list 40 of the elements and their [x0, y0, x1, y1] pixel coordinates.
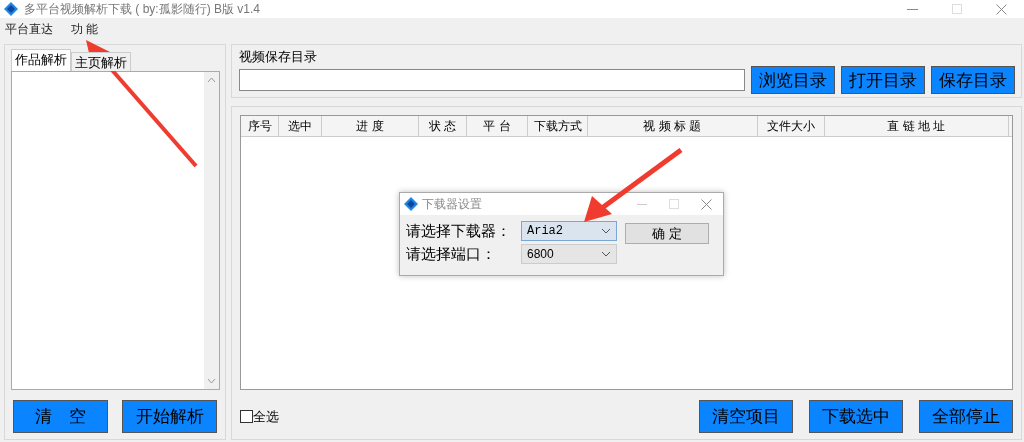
field-label: 请选择端口：: [406, 244, 497, 264]
field-label: 请选择下载器：: [406, 221, 512, 241]
checkbox[interactable]: [240, 410, 253, 423]
tab[interactable]: 作品解析: [11, 49, 71, 71]
column-header[interactable]: 平 台: [467, 116, 528, 136]
column-header[interactable]: 进 度: [322, 116, 419, 136]
ok-button[interactable]: 确 定: [625, 223, 709, 244]
column-header[interactable]: 状 态: [419, 116, 467, 136]
column-header[interactable]: 下载方式: [528, 116, 588, 136]
scroll-up-icon: [207, 77, 216, 83]
directory-button[interactable]: 打开目录: [841, 66, 925, 94]
app-logo-icon: [404, 197, 418, 211]
tab[interactable]: 主页解析: [71, 52, 131, 71]
window-title: 多平台视频解析下载 ( by:孤影随行) B版 v1.4: [24, 0, 261, 18]
action-button[interactable]: 清空项目: [699, 400, 793, 433]
column-header[interactable]: 文件大小: [758, 116, 825, 136]
app-logo-icon: [4, 2, 18, 16]
dropdown[interactable]: 6800: [521, 244, 617, 264]
directory-button[interactable]: 保存目录: [931, 66, 1015, 94]
dropdown[interactable]: Aria2: [521, 221, 617, 241]
caret-icon: [601, 251, 611, 257]
scroll-down-icon: [207, 378, 216, 384]
caret-icon: [601, 228, 611, 234]
directory-field[interactable]: [239, 69, 745, 91]
checkbox-label: 全选: [253, 407, 279, 426]
action-button[interactable]: 全部停止: [919, 400, 1013, 433]
action-button[interactable]: 清 空: [13, 400, 108, 433]
menu-item[interactable]: 功 能: [71, 20, 99, 38]
column-header[interactable]: 选中: [279, 116, 322, 136]
directory-button[interactable]: 浏览目录: [751, 66, 835, 94]
column-header[interactable]: 直 链 地 址: [825, 116, 1009, 136]
menu-item[interactable]: 平台直达: [5, 20, 53, 38]
text-area[interactable]: [11, 71, 220, 390]
action-button[interactable]: 开始解析: [122, 400, 217, 433]
column-header[interactable]: 序号: [241, 116, 279, 136]
field-label: 视频保存目录: [239, 48, 318, 66]
dialog-title: 下载器设置: [422, 195, 482, 213]
column-header[interactable]: 视 频 标 题: [588, 116, 758, 136]
action-button[interactable]: 下载选中: [809, 400, 903, 433]
scrollbar[interactable]: [204, 72, 219, 389]
